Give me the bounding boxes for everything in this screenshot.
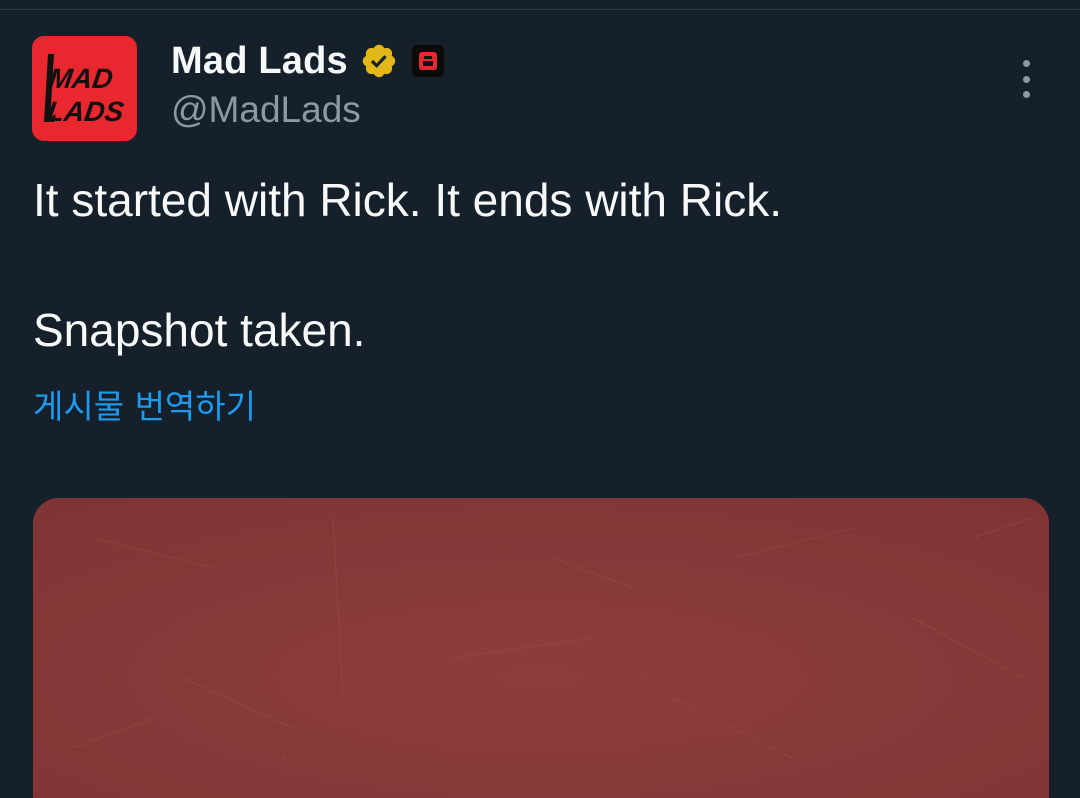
tweet-media-image[interactable]: [33, 498, 1049, 798]
tweet-text-line: Snapshot taken.: [33, 304, 366, 356]
mad-lads-logo: MAD LADS: [44, 54, 126, 127]
svg-text:LADS: LADS: [45, 96, 126, 127]
affiliate-icon[interactable]: [411, 45, 444, 77]
svg-text:MAD: MAD: [47, 63, 115, 94]
gold-verified-icon[interactable]: [360, 42, 398, 80]
tweet-text-line: It started with Rick. It ends with Rick.: [33, 174, 783, 226]
avatar[interactable]: MAD LADS: [32, 36, 137, 141]
display-name[interactable]: Mad Lads: [171, 40, 348, 83]
translate-post-link[interactable]: 게시물 번역하기: [33, 380, 256, 428]
author-handle[interactable]: @MadLads: [171, 89, 361, 131]
tweet-text: It started with Rick. It ends with Rick.…: [33, 168, 782, 363]
affiliate-badge-glyph: [418, 52, 437, 70]
media-texture: [33, 498, 1049, 798]
author-name-row: Mad Lads: [171, 38, 444, 84]
more-vertical-icon[interactable]: [1012, 60, 1040, 98]
top-divider: [0, 9, 1080, 10]
